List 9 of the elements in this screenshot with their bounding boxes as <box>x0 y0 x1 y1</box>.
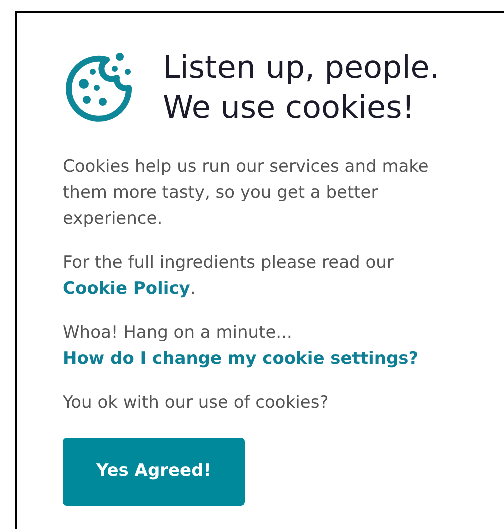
dialog-title: Listen up, people. We use cookies! <box>163 49 441 128</box>
cookie-icon <box>63 52 135 124</box>
paragraph: For the full ingredients please read our Cookie Policy. <box>63 252 395 301</box>
policy-link[interactable]: How do I change my cookie settings? <box>63 349 419 369</box>
paragraph: You ok with our use of cookies? <box>63 392 330 415</box>
agree-button[interactable]: Yes Agreed! <box>63 438 245 506</box>
policy-link[interactable]: Cookie Policy <box>63 279 190 299</box>
paragraph: Whoa! Hang on a minute... How do I change my cookie settings? <box>63 322 420 371</box>
paragraph: Cookies help us run our services and make them more tasty, so you get a better experience. <box>63 156 430 231</box>
